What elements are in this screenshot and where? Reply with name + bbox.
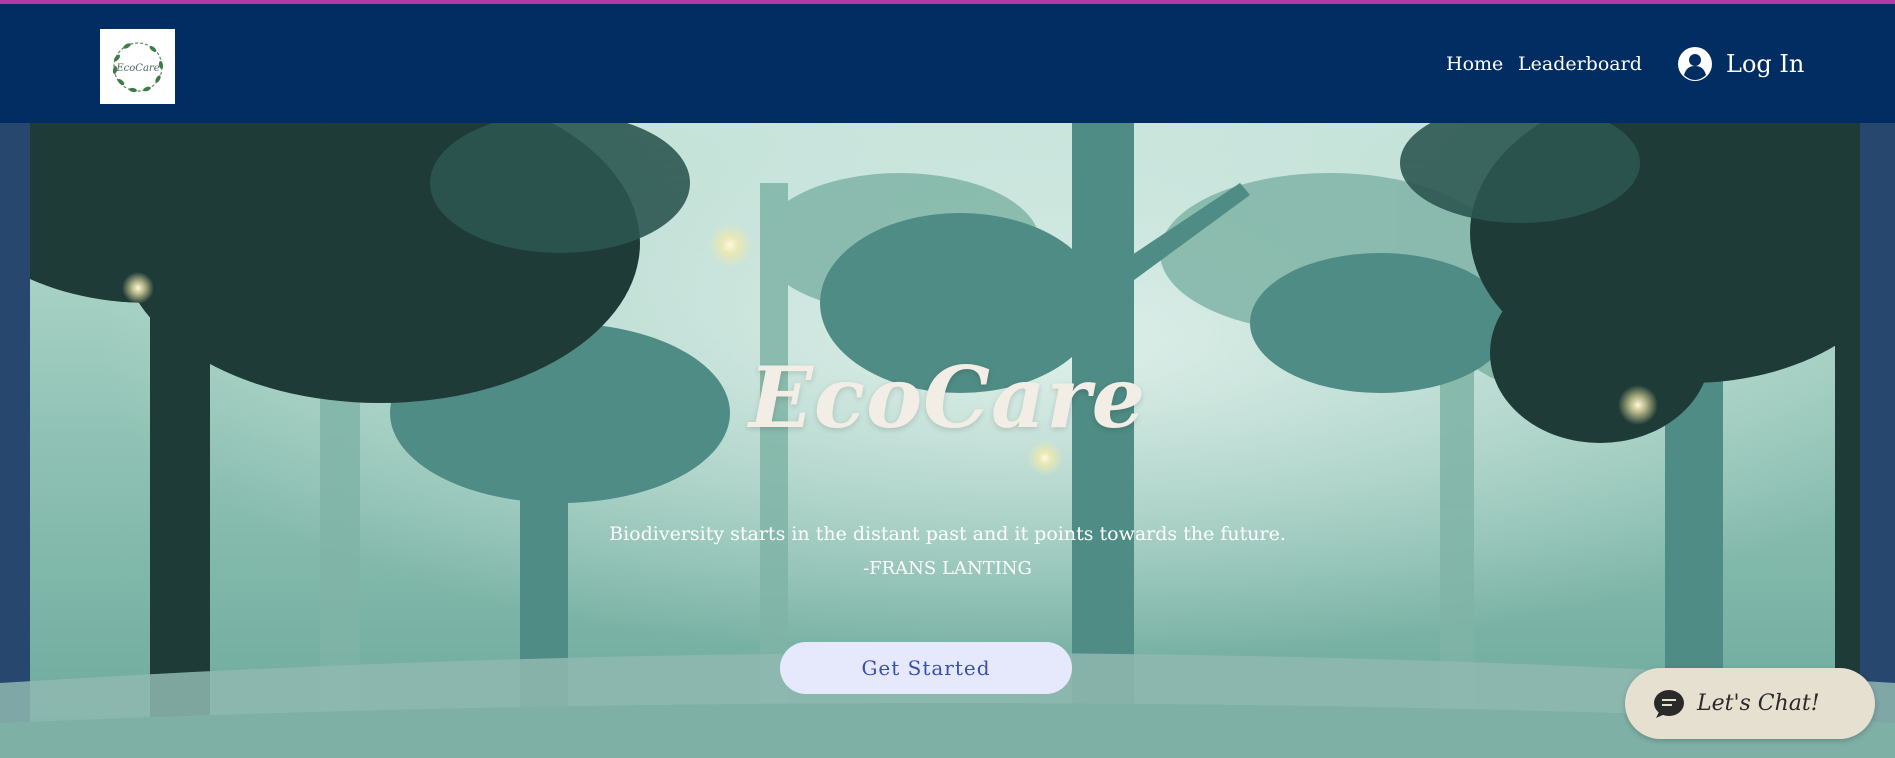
wreath-logo-icon: EcoCare xyxy=(112,41,163,92)
chat-bubble-icon xyxy=(1654,689,1684,718)
user-avatar-icon xyxy=(1678,46,1712,81)
nav-home-link[interactable]: Home xyxy=(1446,53,1503,75)
site-header: EcoCare Home Leaderboard Log In xyxy=(0,4,1895,123)
hero-quote-author: -FRANS LANTING xyxy=(863,558,1032,579)
page: EcoCare Home Leaderboard Log In EcoCare … xyxy=(0,0,1895,758)
chat-label: Let's Chat! xyxy=(1697,691,1820,716)
svg-text:EcoCare: EcoCare xyxy=(115,63,159,74)
hero-section: EcoCare Biodiversity starts in the dista… xyxy=(0,123,1895,758)
chat-widget-button[interactable]: Let's Chat! xyxy=(1625,668,1875,739)
hero-quote: Biodiversity starts in the distant past … xyxy=(609,523,1286,545)
site-logo[interactable]: EcoCare xyxy=(100,29,175,104)
nav-leaderboard-link[interactable]: Leaderboard xyxy=(1518,53,1642,75)
main-nav-leaderboard: Leaderboard xyxy=(1518,4,1642,123)
main-nav-home: Home xyxy=(1446,4,1503,123)
get-started-button[interactable]: Get Started xyxy=(780,642,1072,694)
login-label: Log In xyxy=(1726,49,1805,78)
login-button[interactable]: Log In xyxy=(1678,4,1804,123)
hero-title: EcoCare xyxy=(748,348,1147,447)
